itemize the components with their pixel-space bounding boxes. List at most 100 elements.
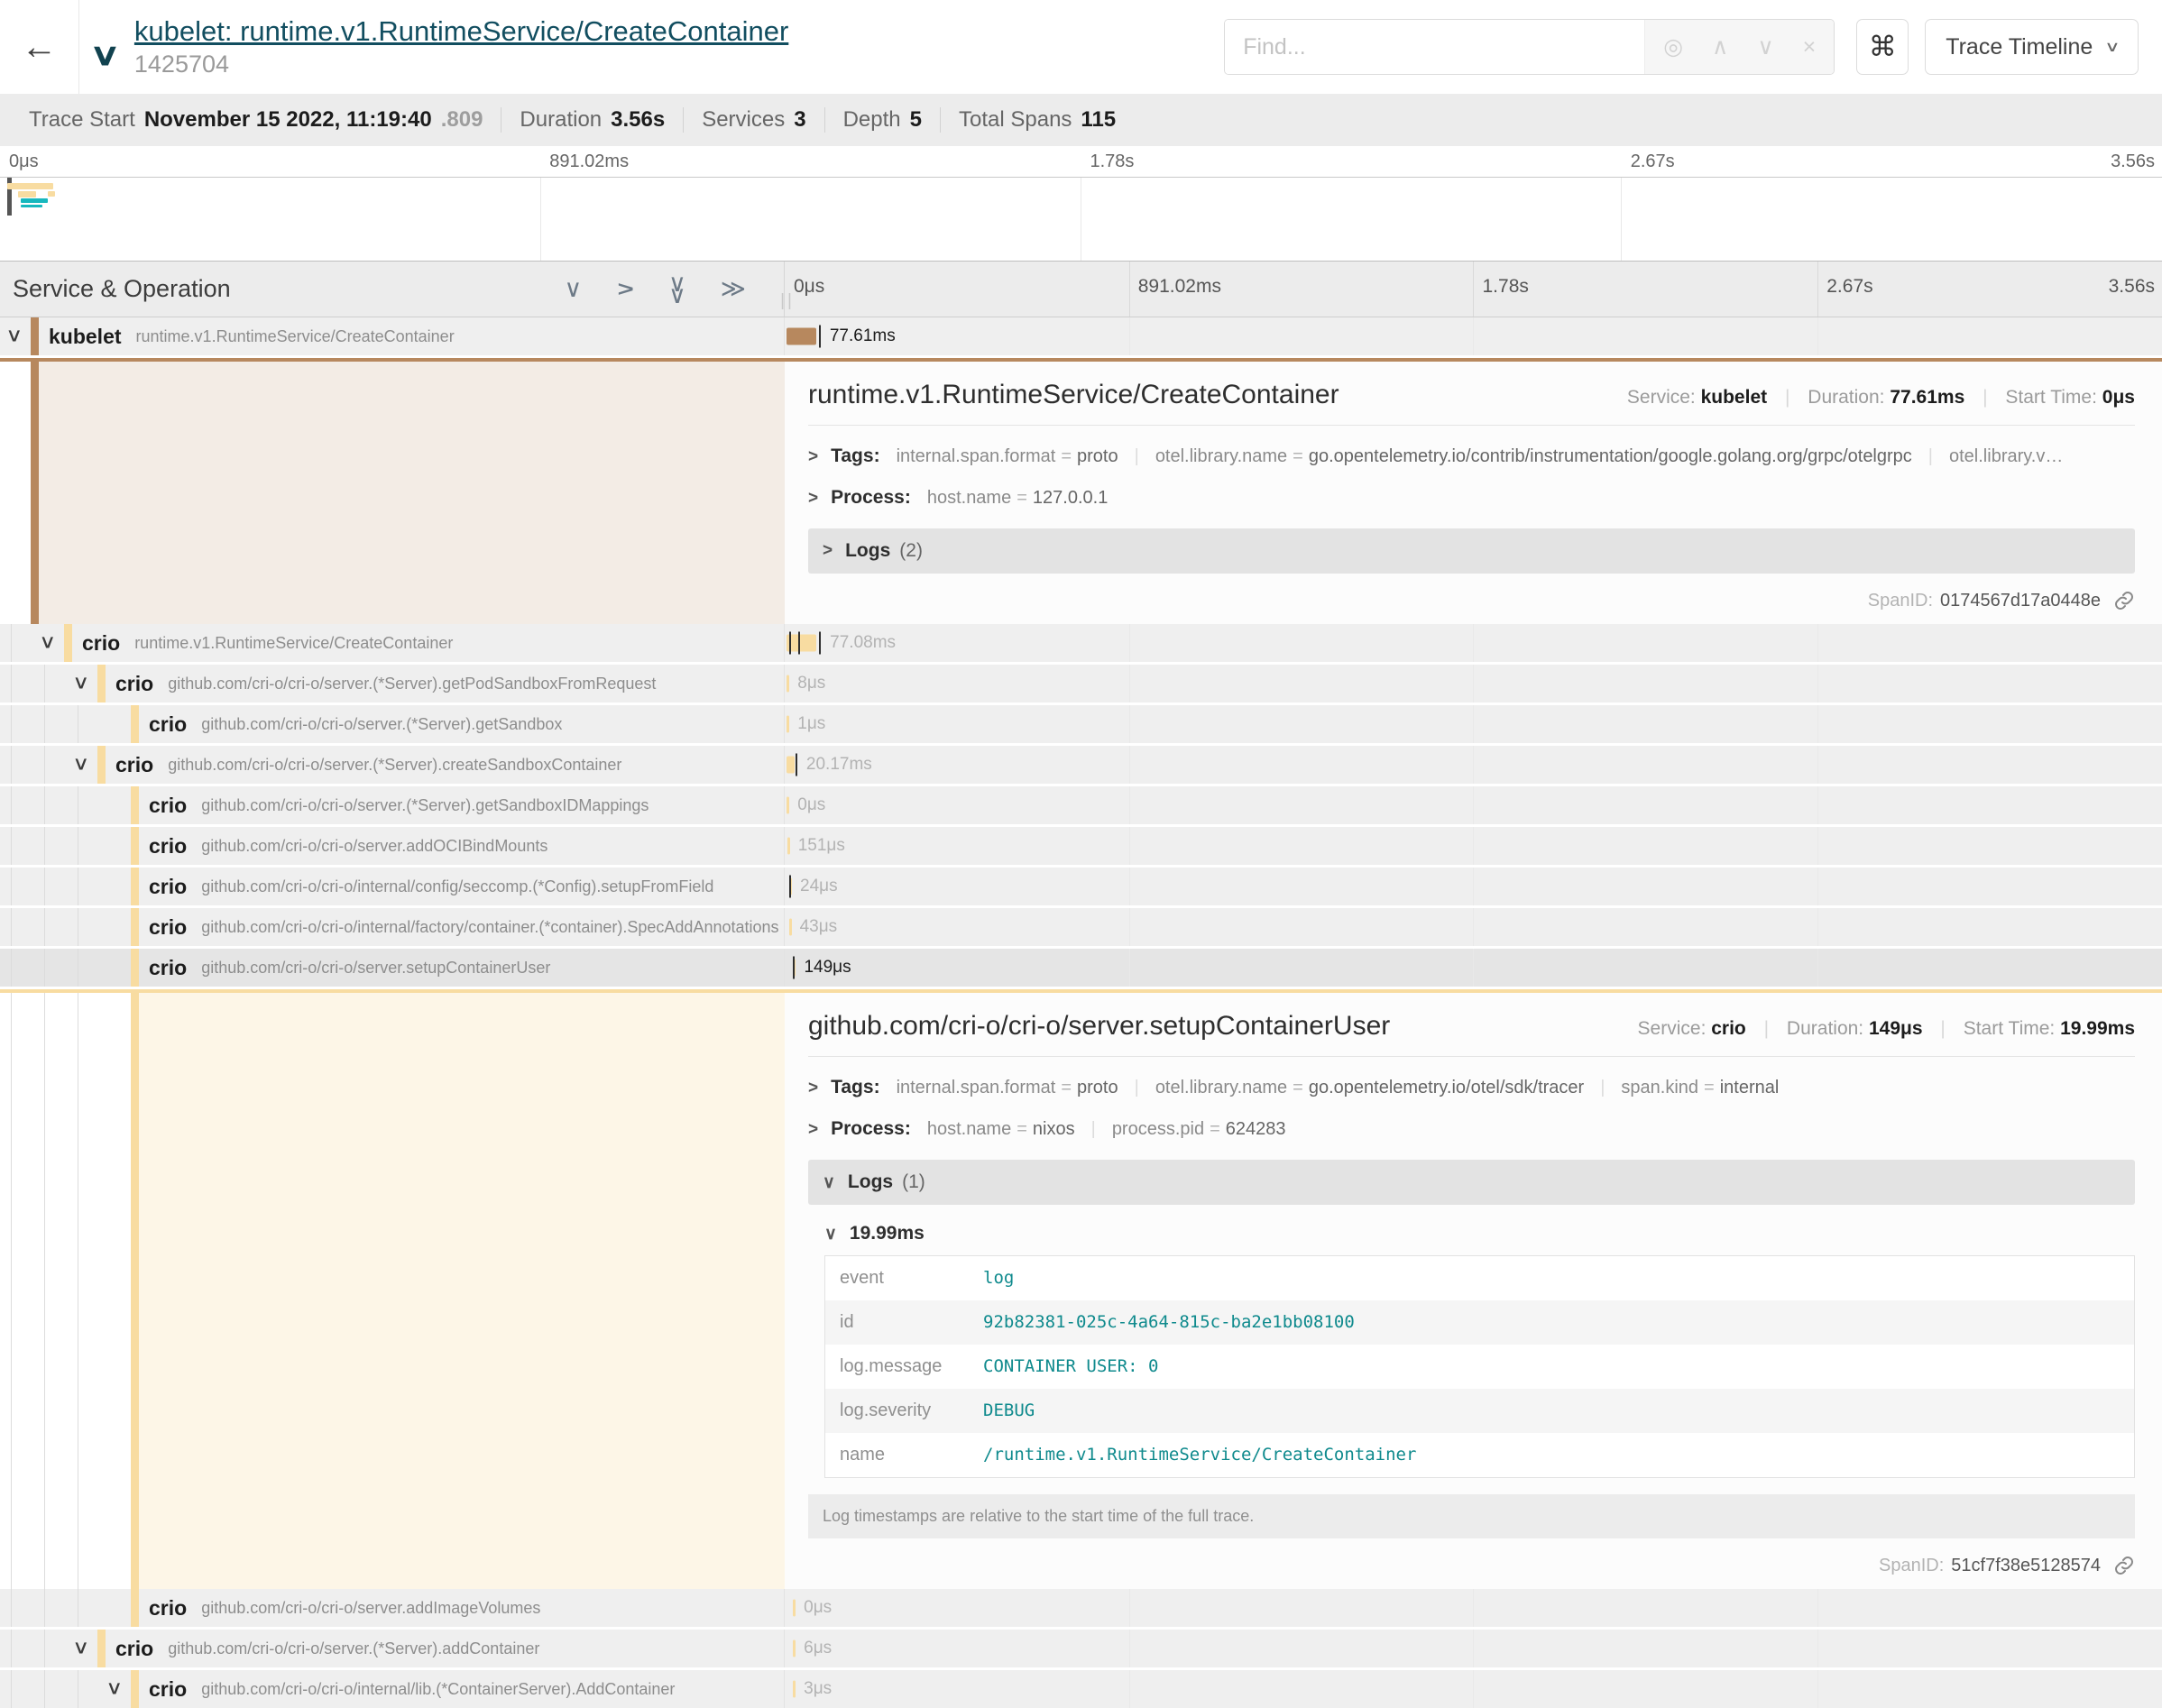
logs-accordion[interactable]: > Logs (2)	[808, 528, 2135, 574]
deep-link-icon[interactable]	[2113, 590, 2135, 611]
span-row[interactable]: criogithub.com/cri-o/cri-o/server.(*Serv…	[0, 786, 2162, 824]
span-table-header: Service & Operation ∨ ∨ ∨∨ ≫ || 0μs891.0…	[0, 262, 2162, 317]
service-color-stripe	[97, 1630, 106, 1667]
view-selector-dropdown[interactable]: Trace Timeline ∨	[1925, 19, 2139, 75]
log-fields-table: eventlogid92b82381-025c-4a64-815c-ba2e1b…	[824, 1255, 2135, 1478]
span-row[interactable]: criogithub.com/cri-o/cri-o/internal/conf…	[0, 868, 2162, 905]
span-collapse-chevron-icon[interactable]: ∨	[106, 1677, 123, 1700]
span-duration-bar[interactable]	[787, 838, 790, 855]
log-field-row: eventlog	[825, 1256, 2134, 1300]
span-labels: criogithub.com/cri-o/cri-o/server.(*Serv…	[115, 746, 778, 784]
indent-guide	[11, 705, 12, 743]
span-duration-label: 151μs	[798, 836, 845, 856]
span-row[interactable]: ∨kubeletruntime.v1.RuntimeService/Create…	[0, 317, 2162, 355]
kv-separator: |	[1091, 1119, 1096, 1140]
tags-row[interactable]: > Tags: internal.span.format=proto|otel.…	[808, 1077, 2135, 1098]
collapse-all-icon[interactable]: ∨∨	[668, 278, 686, 301]
span-row[interactable]: criogithub.com/cri-o/cri-o/server.(*Serv…	[0, 705, 2162, 743]
clear-search-icon[interactable]: ×	[1803, 34, 1817, 60]
span-timeline-cell: 20.17ms	[785, 746, 2162, 784]
span-duration-label: 0μs	[797, 795, 825, 815]
equals-sign: =	[1011, 488, 1033, 509]
tag-key: span.kind	[1621, 1078, 1698, 1098]
tag-value: proto	[1077, 1078, 1118, 1098]
span-row[interactable]: ∨ criogithub.com/cri-o/cri-o/server.(*Ser…	[0, 746, 2162, 784]
span-row[interactable]: criogithub.com/cri-o/cri-o/server.addOCI…	[0, 827, 2162, 865]
find-controls: ◎ ∧ ∨ ×	[1644, 20, 1834, 74]
span-labels: crioruntime.v1.RuntimeService/CreateCont…	[82, 624, 778, 662]
span-row[interactable]: criogithub.com/cri-o/cri-o/server.addIma…	[0, 1589, 2162, 1627]
span-duration-bar[interactable]	[787, 716, 789, 733]
span-collapse-chevron-icon[interactable]: ∨	[72, 1637, 89, 1659]
span-name-cell: criogithub.com/cri-o/cri-o/server.(*Serv…	[0, 705, 785, 743]
span-row[interactable]: ∨criogithub.com/cri-o/cri-o/server.(*Ser…	[0, 665, 2162, 702]
log-field-value: DEBUG	[974, 1389, 1044, 1433]
indent-guide	[44, 786, 45, 824]
span-row[interactable]: ∨criogithub.com/cri-o/cri-o/server.(*Ser…	[0, 1630, 2162, 1667]
find-area: ◎ ∧ ∨ × ⌘ Trace Timeline ∨	[1224, 19, 2139, 75]
expand-all-icon[interactable]: ≫	[721, 275, 746, 303]
back-button[interactable]: ←	[0, 0, 79, 94]
logs-accordion[interactable]: ∨ Logs (1)	[808, 1160, 2135, 1205]
span-duration-label: 8μs	[797, 674, 825, 693]
process-row[interactable]: > Process: host.name=nixos|process.pid=6…	[808, 1118, 2135, 1140]
equals-sign: =	[1011, 1119, 1033, 1140]
span-duration-label: 1μs	[797, 714, 825, 734]
minimap-span-bar	[7, 183, 52, 189]
span-duration-bar[interactable]	[793, 1600, 796, 1617]
span-duration-bar[interactable]	[787, 757, 795, 774]
trace-title-link[interactable]: kubelet: runtime.v1.RuntimeService/Creat…	[134, 15, 788, 48]
log-entry-toggle[interactable]: ∨ 19.99ms	[824, 1223, 2135, 1244]
span-row[interactable]: ∨ crioruntime.v1.RuntimeService/CreateCon…	[0, 624, 2162, 662]
chevron-down-icon: ∨	[2104, 38, 2121, 56]
span-collapse-chevron-icon[interactable]: ∨	[39, 631, 56, 654]
keyboard-shortcuts-button[interactable]: ⌘	[1856, 19, 1909, 75]
summary-label: Total Spans	[959, 107, 1072, 133]
collapse-one-icon[interactable]: ∨	[564, 275, 582, 303]
span-duration-bar[interactable]	[789, 919, 792, 936]
tags-row[interactable]: > Tags: internal.span.format=proto|otel.…	[808, 445, 2135, 467]
ruler-tick-label: 0μs	[794, 276, 824, 298]
trace-id: 1425704	[134, 51, 788, 78]
span-duration-bar[interactable]	[787, 328, 816, 345]
indent-guide	[44, 827, 45, 865]
find-input[interactable]	[1225, 20, 1644, 74]
span-row[interactable]: ∨criogithub.com/cri-o/cri-o/internal/lib…	[0, 1670, 2162, 1708]
summary-value: 5	[910, 107, 922, 133]
minimap-canvas[interactable]	[0, 177, 2162, 262]
column-resize-grip[interactable]: ||	[780, 291, 795, 311]
span-detail-meta: Service: crio | Duration: 149μs | Start …	[1638, 1018, 2135, 1040]
span-collapse-chevron-icon[interactable]: ∨	[72, 753, 89, 776]
prev-result-icon[interactable]: ∧	[1712, 33, 1728, 60]
log-marker-tick	[819, 632, 821, 655]
span-name-cell: criogithub.com/cri-o/cri-o/server.setupC…	[0, 949, 785, 987]
service-color-stripe	[31, 317, 39, 355]
log-field-key: log.severity	[825, 1389, 974, 1433]
tag-value: go.opentelemetry.io/otel/sdk/tracer	[1309, 1078, 1584, 1098]
expand-one-icon[interactable]: ∨	[612, 280, 639, 298]
span-rows: ∨kubeletruntime.v1.RuntimeService/Create…	[0, 317, 2162, 1708]
spanid-row: SpanID: 51cf7f38e5128574	[808, 1555, 2135, 1576]
span-name-cell: criogithub.com/cri-o/cri-o/server.addOCI…	[0, 827, 785, 865]
deep-link-icon[interactable]	[2113, 1555, 2135, 1576]
service-name: crio	[149, 712, 187, 737]
span-duration-bar[interactable]	[793, 1681, 796, 1698]
span-collapse-chevron-icon[interactable]: ∨	[72, 672, 89, 694]
indent-guide	[11, 665, 12, 702]
span-row[interactable]: criogithub.com/cri-o/cri-o/internal/fact…	[0, 908, 2162, 946]
indent-guide	[44, 908, 45, 946]
span-duration-bar[interactable]	[787, 797, 789, 814]
chevron-right-icon: >	[808, 1120, 818, 1140]
span-row[interactable]: criogithub.com/cri-o/cri-o/server.setupC…	[0, 949, 2162, 987]
process-row[interactable]: > Process: host.name=127.0.0.1	[808, 487, 2135, 509]
tag-key: process.pid	[1112, 1119, 1204, 1140]
span-duration-bar[interactable]	[787, 675, 789, 693]
span-collapse-chevron-icon[interactable]: ∨	[5, 325, 23, 347]
next-result-icon[interactable]: ∨	[1757, 33, 1773, 60]
focus-match-icon[interactable]: ◎	[1663, 33, 1683, 60]
span-duration-bar[interactable]	[793, 1640, 796, 1657]
trace-collapse-chevron-icon[interactable]: ∨	[89, 37, 121, 73]
tag-value: proto	[1077, 446, 1118, 467]
kv-separator: |	[1135, 446, 1139, 467]
summary-label: Depth	[843, 107, 901, 133]
